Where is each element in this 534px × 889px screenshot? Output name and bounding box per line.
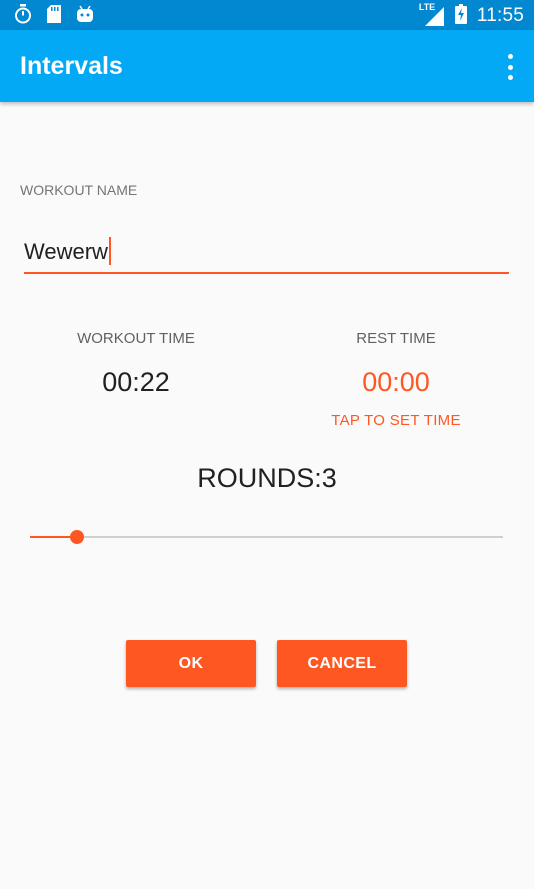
rest-time-value[interactable]: 00:00 <box>276 367 516 398</box>
workout-name-field[interactable]: Wewerw <box>24 232 509 274</box>
network-type-label: LTE <box>418 2 436 12</box>
sd-card-icon <box>46 4 62 28</box>
status-bar: LTE 11:55 <box>0 0 534 30</box>
rest-time-section[interactable]: REST TIME 00:00 TAP TO SET TIME <box>276 330 516 429</box>
menu-dot <box>507 54 513 59</box>
status-left-icons <box>14 4 94 28</box>
page-title: Intervals <box>20 52 123 80</box>
workout-name-value: Wewerw <box>24 239 108 264</box>
menu-dot <box>507 64 513 70</box>
rounds-label: ROUNDS:3 <box>197 463 337 493</box>
ok-button[interactable]: OK <box>126 640 256 687</box>
tap-to-set-time-hint[interactable]: TAP TO SET TIME <box>276 412 516 429</box>
android-icon <box>76 4 94 28</box>
workout-name-input[interactable]: Wewerw <box>24 237 111 267</box>
slider-track[interactable] <box>30 536 503 538</box>
status-right-icons: LTE 11:55 <box>418 2 524 28</box>
menu-dot <box>507 75 513 80</box>
text-cursor <box>108 237 111 266</box>
rest-time-label: REST TIME <box>356 330 436 347</box>
rounds-slider[interactable] <box>30 528 503 548</box>
slider-thumb[interactable] <box>70 530 85 544</box>
cancel-button[interactable]: CANCEL <box>277 640 407 687</box>
status-clock: 11:55 <box>476 5 524 26</box>
more-vert-icon[interactable] <box>506 54 514 80</box>
workout-time-section[interactable]: WORKOUT TIME 00:22 <box>16 330 256 398</box>
stopwatch-icon <box>14 4 32 28</box>
battery-charging-icon <box>454 4 467 28</box>
workout-time-value[interactable]: 00:22 <box>16 367 256 398</box>
workout-name-label: WORKOUT NAME <box>20 182 138 198</box>
app-bar: Intervals <box>0 30 534 102</box>
workout-time-label: WORKOUT TIME <box>77 330 195 347</box>
signal-icon: LTE <box>418 2 445 27</box>
